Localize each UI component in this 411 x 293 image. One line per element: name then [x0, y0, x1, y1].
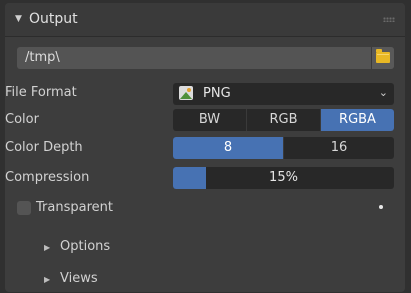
image-file-icon [179, 86, 193, 100]
color-depth-option-8[interactable]: 8 [173, 137, 284, 159]
output-panel: ▼ Output /tmp\ File Format PNG ⌄ Color B… [5, 3, 405, 292]
color-depth-label: Color Depth [5, 140, 83, 155]
triangle-down-icon[interactable]: ▼ [15, 14, 22, 24]
compression-value: 15% [269, 170, 298, 185]
color-option-bw[interactable]: BW [173, 109, 247, 131]
triangle-right-icon[interactable]: ▶ [44, 243, 50, 252]
chevron-down-icon: ⌄ [378, 86, 388, 99]
output-path-value: /tmp\ [25, 50, 60, 65]
compression-label: Compression [5, 170, 90, 185]
color-option-rgba[interactable]: RGBA [321, 109, 394, 131]
color-option-rgb[interactable]: RGB [247, 109, 321, 131]
color-label: Color [5, 112, 39, 127]
compression-slider[interactable]: 15% [173, 167, 394, 189]
color-mode-selector: BW RGB RGBA [173, 109, 394, 131]
drag-grip-icon[interactable] [383, 17, 395, 22]
subpanel-views[interactable]: Views [60, 271, 98, 286]
browse-folder-button[interactable] [371, 47, 394, 69]
color-depth-selector: 8 16 [173, 137, 394, 159]
keyframe-dot-icon[interactable] [379, 205, 383, 209]
transparent-checkbox[interactable] [17, 201, 31, 215]
color-depth-option-16[interactable]: 16 [284, 137, 394, 159]
file-format-label: File Format [5, 85, 77, 100]
transparent-label[interactable]: Transparent [36, 200, 113, 215]
subpanel-options[interactable]: Options [60, 239, 110, 254]
output-path-field[interactable]: /tmp\ [17, 47, 394, 69]
folder-icon [376, 49, 390, 63]
file-format-value: PNG [203, 86, 231, 101]
triangle-right-icon[interactable]: ▶ [44, 275, 50, 284]
file-format-dropdown[interactable]: PNG ⌄ [173, 83, 394, 105]
panel-header[interactable]: ▼ Output [5, 3, 405, 37]
panel-title: Output [29, 11, 78, 27]
